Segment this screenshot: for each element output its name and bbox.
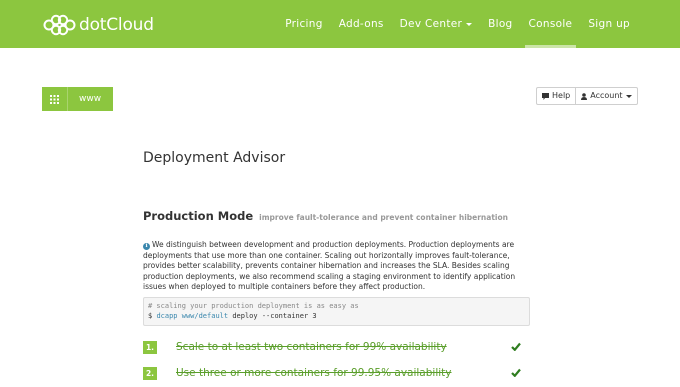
caret-down-icon [625, 94, 632, 98]
dotcloud-logo-icon [43, 14, 76, 36]
comment-icon [542, 92, 549, 100]
code-comment: # scaling your production deployment is … [148, 302, 359, 310]
section-subtitle: improve fault-tolerance and prevent cont… [259, 213, 508, 222]
code-prompt: $ [148, 311, 153, 320]
step-text: Scale to at least two containers for 99%… [176, 341, 447, 353]
check-icon [511, 342, 521, 351]
account-button[interactable]: Account [575, 88, 636, 104]
step-number-badge: 2. [143, 367, 157, 380]
apps-grid-button[interactable] [42, 87, 68, 111]
code-block: # scaling your production deployment is … [143, 297, 530, 326]
checklist-item: 1. Scale to at least two containers for … [143, 340, 523, 356]
help-label: Help [552, 91, 571, 100]
info-text: We distinguish between development and p… [143, 240, 516, 292]
grid-icon [50, 94, 59, 104]
account-label: Account [590, 91, 623, 100]
help-button[interactable]: Help [537, 88, 575, 104]
app-name-button[interactable]: www [68, 87, 113, 111]
code-command: dcapp www/default [156, 311, 229, 320]
step-text: Use three or more containers for 99.95% … [176, 367, 452, 379]
nav-dev-center[interactable]: Dev Center [399, 0, 473, 48]
main-nav: Pricing Add-ons Dev Center Blog Console … [269, 0, 630, 48]
app-switcher: www [42, 87, 114, 111]
nav-pricing[interactable]: Pricing [285, 0, 323, 48]
user-icon [581, 92, 588, 100]
toolbar-button-group: Help Account [536, 87, 638, 105]
code-args: deploy --container 3 [232, 311, 317, 320]
info-paragraph: i We distinguish between development and … [143, 240, 523, 293]
brand-logo[interactable]: dotCloud [42, 14, 154, 36]
info-icon: i [143, 243, 150, 250]
top-navbar: dotCloud Pricing Add-ons Dev Center Blog… [0, 0, 680, 48]
nav-sign-up[interactable]: Sign up [588, 0, 630, 48]
nav-add-ons[interactable]: Add-ons [339, 0, 384, 48]
nav-dev-center-label: Dev Center [399, 18, 463, 30]
checklist-item: 2. Use three or more containers for 99.9… [143, 366, 523, 382]
section-title-text: Production Mode [143, 209, 254, 223]
step-number-badge: 1. [143, 341, 157, 354]
brand-name: dotCloud [79, 15, 154, 35]
caret-down-icon [466, 22, 473, 26]
nav-console[interactable]: Console [524, 0, 577, 48]
nav-blog[interactable]: Blog [488, 0, 512, 48]
page-title: Deployment Advisor [143, 150, 286, 166]
section-title: Production Mode improve fault-tolerance … [143, 209, 508, 223]
check-icon [511, 368, 521, 377]
